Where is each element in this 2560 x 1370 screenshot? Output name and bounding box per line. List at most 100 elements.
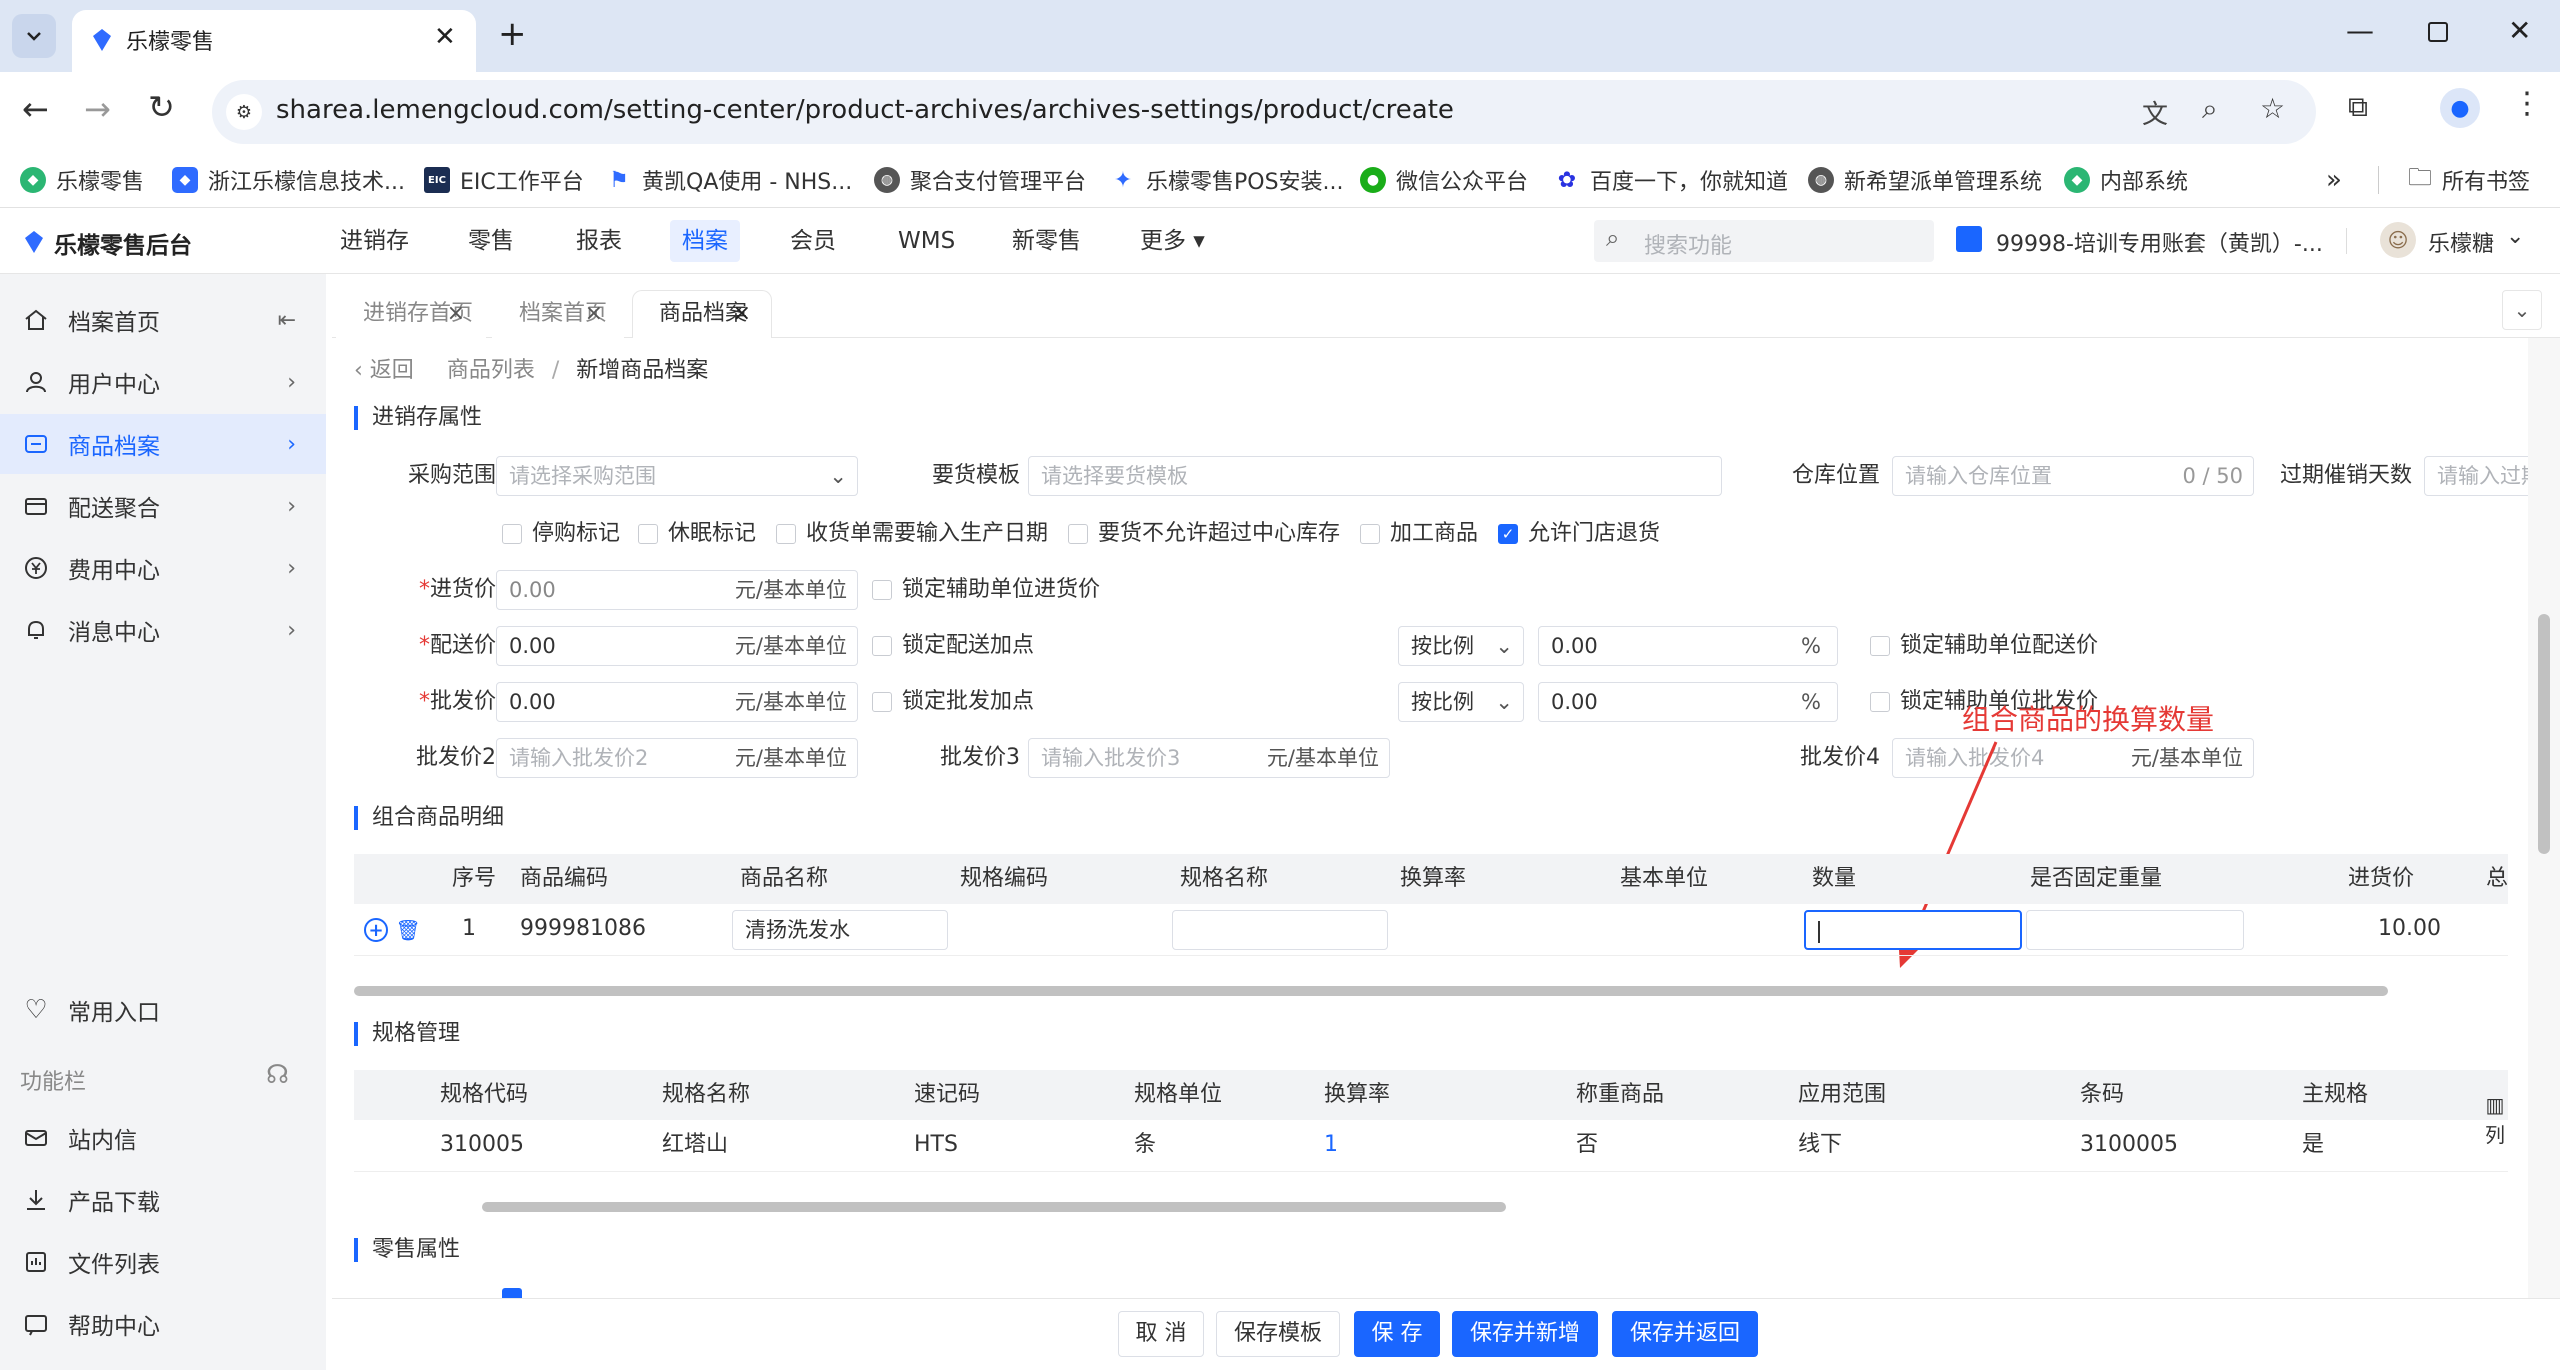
sidebar-item-fees[interactable]: 费用中心 › <box>0 538 326 598</box>
purchase-range-select[interactable]: 请选择采购范围 ⌄ <box>496 456 858 496</box>
tab-list-button[interactable] <box>12 14 56 58</box>
sidebar-item-messages[interactable]: 消息中心 › <box>0 600 326 660</box>
restore-icon[interactable] <box>2428 22 2448 42</box>
bookmark-item[interactable]: ✦ 乐檬零售POS安装... <box>1110 152 1344 208</box>
sidebar-item-download[interactable]: 产品下载 <box>0 1170 326 1230</box>
sidebar-item-help[interactable]: 帮助中心 <box>0 1294 326 1354</box>
profile-icon[interactable]: ● <box>2440 88 2480 128</box>
checkbox-lock-delivery-markup[interactable]: 锁定配送加点 <box>872 626 1034 666</box>
nav-item[interactable]: WMS <box>898 208 955 274</box>
wholesale-price-input[interactable]: 0.00 元/基本单位 <box>496 682 858 722</box>
nav-item[interactable]: 会员 <box>790 208 836 274</box>
checkbox-lock-aux-purchase[interactable]: 锁定辅助单位进货价 <box>872 570 1100 610</box>
checkbox-processed-goods[interactable]: 加工商品 <box>1360 514 1478 554</box>
forward-icon[interactable]: → <box>84 90 111 128</box>
bookmark-item[interactable]: ◆ 内部系统 <box>2064 152 2188 208</box>
nav-item-more[interactable]: 更多 ▾ <box>1140 208 1205 274</box>
cell-spec-name-input[interactable] <box>1172 910 1388 950</box>
back-link[interactable]: ‹ 返回 <box>354 358 414 383</box>
bookmark-item[interactable]: ◆ 浙江乐檬信息技术... <box>172 152 405 208</box>
order-template-select[interactable]: 请选择要货模板 <box>1028 456 1722 496</box>
site-info-icon[interactable]: ⚙ <box>226 94 262 130</box>
close-icon[interactable]: × <box>585 291 603 337</box>
delivery-rate-input[interactable]: 0.00 % <box>1538 626 1838 666</box>
bookmark-item[interactable]: EIC EIC工作平台 <box>424 152 584 208</box>
account-selector[interactable]: 99998-培训专用账套（黄凯）-... <box>1996 226 2323 258</box>
checkbox-lock-wholesale-markup[interactable]: 锁定批发加点 <box>872 682 1034 722</box>
wholesale-rate-input[interactable]: 0.00 % <box>1538 682 1838 722</box>
reload-icon[interactable]: ↻ <box>148 88 175 126</box>
save-button[interactable]: 保 存 <box>1354 1311 1440 1357</box>
scrollbar-thumb[interactable] <box>2538 614 2550 854</box>
sidebar-item-products[interactable]: 商品档案 › <box>0 414 326 474</box>
close-icon[interactable]: × <box>447 291 465 337</box>
tab-product-archive[interactable]: 商品档案 × <box>632 290 772 338</box>
wholesale2-input[interactable]: 请输入批发价2 元/基本单位 <box>496 738 858 778</box>
translate-icon[interactable]: 文 <box>2142 94 2168 131</box>
checkbox-lock-aux-delivery[interactable]: 锁定辅助单位配送价 <box>1870 626 2098 666</box>
cell-quantity-input[interactable] <box>1804 910 2022 950</box>
nav-item[interactable]: 零售 <box>468 208 514 274</box>
vertical-scrollbar[interactable] <box>2528 338 2560 1298</box>
cancel-button[interactable]: 取 消 <box>1118 1311 1204 1357</box>
user-name[interactable]: 乐檬糖 <box>2428 226 2494 258</box>
checkbox-production-date[interactable]: 收货单需要输入生产日期 <box>776 514 1048 554</box>
add-row-icon[interactable]: + <box>364 918 388 942</box>
avatar[interactable]: ☺ <box>2380 222 2416 258</box>
bookmark-item[interactable]: ✿ 百度一下，你就知道 <box>1554 152 1788 208</box>
purchase-price-input[interactable]: 0.00 元/基本单位 <box>496 570 858 610</box>
headset-icon[interactable]: ☊ <box>266 1060 289 1090</box>
sidebar-item-files[interactable]: 文件列表 <box>0 1232 326 1292</box>
nav-item[interactable]: 新零售 <box>1012 208 1081 274</box>
save-template-button[interactable]: 保存模板 <box>1216 1311 1340 1357</box>
sidebar-item-users[interactable]: 用户中心 › <box>0 352 326 412</box>
cell-name-input[interactable]: 清扬洗发水 <box>732 910 948 950</box>
function-search[interactable]: ⌕ 搜索功能 <box>1594 220 1934 262</box>
bookmark-item[interactable]: ◍ 聚合支付管理平台 <box>874 152 1086 208</box>
delivery-price-input[interactable]: 0.00 元/基本单位 <box>496 626 858 666</box>
browser-tab[interactable]: 乐檬零售 ✕ <box>72 10 476 72</box>
tab-archive-home[interactable]: 档案首页 × <box>492 290 624 338</box>
checkbox-dormant[interactable]: 休眠标记 <box>638 514 756 554</box>
expiry-input[interactable]: 请输入过期催销天数 天 <box>2424 456 2528 496</box>
chevron-down-icon[interactable]: ⌄ <box>2502 290 2542 330</box>
horizontal-scrollbar[interactable] <box>354 986 2388 996</box>
collapse-icon[interactable]: ⇤ <box>278 308 296 333</box>
nav-item-active[interactable]: 档案 <box>682 208 728 274</box>
sidebar-item-delivery[interactable]: 配送聚合 › <box>0 476 326 536</box>
close-window-icon[interactable]: ✕ <box>2508 14 2531 47</box>
bookmark-item[interactable]: ◍ 新希望派单管理系统 <box>1808 152 2042 208</box>
star-icon[interactable]: ☆ <box>2260 92 2285 125</box>
column-setting-button[interactable]: ▥ 列 <box>2480 1090 2510 1150</box>
sidebar-item-home[interactable]: 档案首页 ⇤ <box>0 290 326 350</box>
new-tab-icon[interactable]: + <box>498 14 527 54</box>
sidebar-item-inbox[interactable]: 站内信 <box>0 1108 326 1168</box>
more-bookmarks-icon[interactable]: » <box>2326 152 2342 208</box>
minimize-icon[interactable]: — <box>2346 14 2374 47</box>
extensions-icon[interactable]: ⧉ <box>2348 90 2368 124</box>
tab-jxc-home[interactable]: 进销存首页 × <box>336 290 486 338</box>
horizontal-scrollbar[interactable] <box>482 1202 1506 1212</box>
breadcrumb-parent[interactable]: 商品列表 <box>447 358 535 383</box>
zoom-icon[interactable]: ⌕ <box>2202 92 2218 126</box>
save-and-new-button[interactable]: 保存并新增 <box>1452 1311 1598 1357</box>
sidebar-common-entry[interactable]: ♡ 常用入口 <box>0 980 326 1040</box>
chevron-down-icon[interactable]: ⌄ <box>2506 224 2524 249</box>
url-field[interactable]: ⚙ sharea.lemengcloud.com/setting-center/… <box>212 80 2316 144</box>
bookmark-item[interactable]: ⚑ 黄凯QA使用 - NHS... <box>606 152 852 208</box>
delivery-mode-select[interactable]: 按比例 ⌄ <box>1398 626 1524 666</box>
cell-fixed-weight-input[interactable] <box>2026 910 2244 950</box>
checkbox-limit-central-stock[interactable]: 要货不允许超过中心库存 <box>1068 514 1340 554</box>
close-icon[interactable]: ✕ <box>434 22 456 52</box>
checkbox-allow-return[interactable]: ✓ 允许门店退货 <box>1498 514 1660 554</box>
menu-icon[interactable]: ⋮ <box>2512 86 2542 121</box>
all-bookmarks[interactable]: 🗀 所有书签 <box>2408 152 2530 208</box>
back-icon[interactable]: ← <box>22 90 49 128</box>
wholesale3-input[interactable]: 请输入批发价3 元/基本单位 <box>1028 738 1390 778</box>
close-icon[interactable]: × <box>733 291 751 337</box>
save-and-return-button[interactable]: 保存并返回 <box>1612 1311 1758 1357</box>
bookmark-item[interactable]: ◆ 乐檬零售 <box>20 152 144 208</box>
checkbox-stop-purchase[interactable]: 停购标记 <box>502 514 620 554</box>
wholesale-mode-select[interactable]: 按比例 ⌄ <box>1398 682 1524 722</box>
bookmark-item[interactable]: ● 微信公众平台 <box>1360 152 1528 208</box>
